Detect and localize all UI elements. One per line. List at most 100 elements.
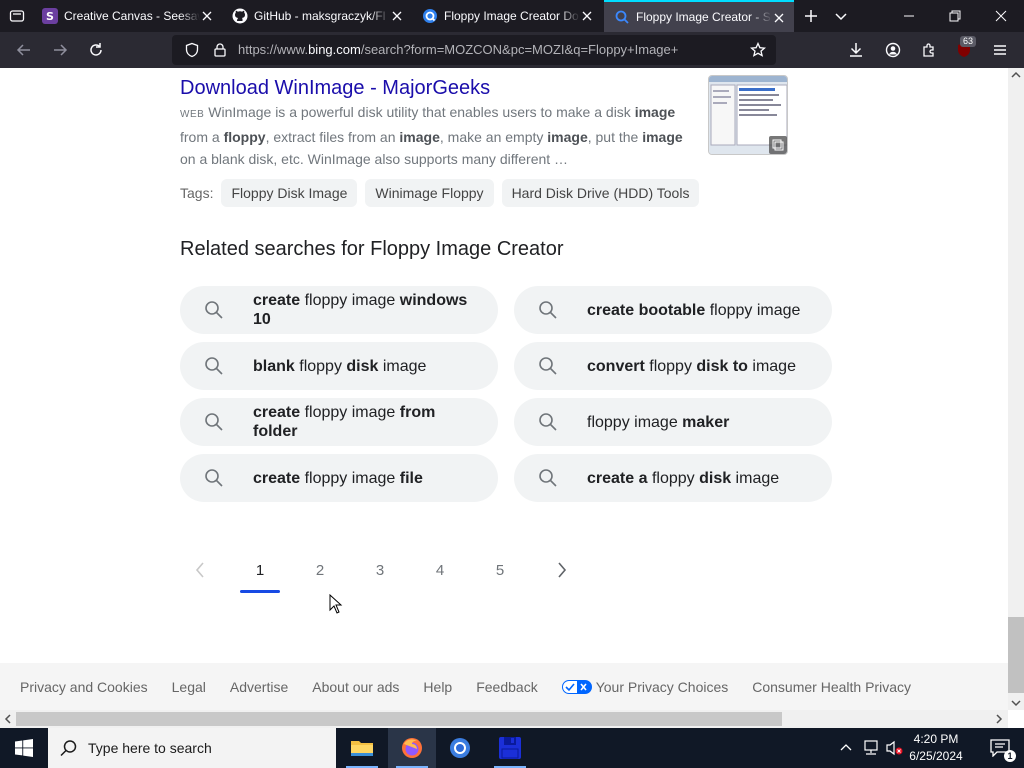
scroll-down-arrow-icon[interactable] — [1011, 698, 1021, 708]
footer-link-help[interactable]: Help — [423, 679, 452, 695]
new-tab-button[interactable] — [796, 0, 826, 32]
snippet-fragment: , extract files from an — [265, 129, 400, 145]
related-search-item[interactable]: create floppy image file — [180, 454, 498, 502]
footer-link-health-privacy[interactable]: Consumer Health Privacy — [752, 679, 911, 695]
back-button[interactable] — [10, 36, 38, 64]
close-window-button[interactable] — [978, 0, 1024, 32]
web-page: Download WinImage - MajorGeeks WEB WinIma… — [0, 68, 1008, 710]
start-button[interactable] — [0, 728, 48, 768]
related-search-item[interactable]: create floppy image windows 10 — [180, 286, 498, 334]
horizontal-scroll-thumb[interactable] — [16, 712, 782, 726]
related-search-label: blank floppy disk image — [253, 357, 426, 376]
app-screenshot-image — [709, 76, 787, 154]
tag-hdd-tools[interactable]: Hard Disk Drive (HDD) Tools — [501, 179, 700, 207]
address-bar[interactable]: https://www.bing.com/search?form=MOZCON&… — [172, 35, 776, 65]
chevron-left-icon — [195, 562, 204, 578]
scroll-right-arrow-icon[interactable] — [994, 714, 1004, 724]
network-icon[interactable] — [862, 740, 880, 756]
page-5-link[interactable]: 5 — [480, 550, 520, 590]
page-2-link[interactable]: 2 — [300, 550, 340, 590]
windows-logo-icon — [15, 739, 33, 757]
tab-github[interactable]: GitHub - maksgraczyk/Fl — [222, 0, 412, 32]
footer-link-privacy[interactable]: Privacy and Cookies — [20, 679, 148, 695]
arrow-right-icon — [54, 44, 68, 56]
account-button[interactable] — [879, 36, 907, 64]
query-fragment: floppy image — [300, 404, 400, 421]
related-search-item[interactable]: create floppy image from folder — [180, 398, 498, 446]
related-search-text: convert floppy disk to image — [587, 342, 817, 390]
taskbar-search-box[interactable]: Type here to search — [48, 728, 336, 768]
close-tab-icon[interactable] — [580, 9, 594, 23]
extensions-button[interactable] — [915, 36, 943, 64]
notifications-button[interactable]: 1 — [976, 728, 1024, 768]
related-search-item[interactable]: blank floppy disk image — [180, 342, 498, 390]
reload-icon — [90, 43, 102, 56]
vertical-scrollbar[interactable] — [1008, 68, 1024, 710]
footer-link-about-ads[interactable]: About our ads — [312, 679, 399, 695]
restore-window-button[interactable] — [932, 0, 978, 32]
snippet-fragment: on a blank disk, etc. WinImage also supp… — [180, 151, 569, 167]
page-3-link[interactable]: 3 — [360, 550, 400, 590]
footer-link-label: Your Privacy Choices — [595, 678, 729, 695]
snippet-text: WinImage is a powerful disk utility that… — [180, 104, 683, 167]
footer-link-legal[interactable]: Legal — [172, 679, 206, 695]
close-tab-icon[interactable] — [772, 11, 786, 25]
bing-search-icon — [614, 9, 630, 25]
tag-winimage-floppy[interactable]: Winimage Floppy — [365, 179, 494, 207]
plus-icon — [805, 10, 817, 22]
url-text[interactable]: https://www.bing.com/search?form=MOZCON&… — [238, 42, 678, 57]
page-4-link[interactable]: 4 — [420, 550, 460, 590]
firefox-icon — [402, 738, 422, 758]
tab-creative-canvas[interactable]: S Creative Canvas - Seesaw — [32, 0, 222, 32]
footer-link-advertise[interactable]: Advertise — [230, 679, 288, 695]
tag-floppy-disk-image[interactable]: Floppy Disk Image — [221, 179, 358, 207]
shield-icon[interactable] — [184, 42, 200, 58]
footer-link-privacy-choices[interactable]: Your Privacy Choices — [561, 678, 729, 695]
vertical-scroll-thumb[interactable] — [1008, 617, 1024, 693]
reload-button[interactable] — [82, 36, 110, 64]
query-keyword: file — [399, 469, 423, 487]
firefox-view-button[interactable] — [2, 0, 32, 32]
show-hidden-icons-chevron-icon[interactable] — [840, 742, 852, 752]
chrome-taskbar-button[interactable] — [436, 728, 484, 768]
query-keyword: create bootable — [587, 301, 706, 319]
restore-icon — [949, 10, 961, 22]
close-icon — [995, 10, 1007, 22]
tab-title: Creative Canvas - Seesaw — [64, 9, 200, 23]
list-all-tabs-button[interactable] — [826, 0, 856, 32]
bookmark-star-icon[interactable] — [750, 42, 766, 58]
forward-button[interactable] — [46, 36, 74, 64]
scroll-up-arrow-icon[interactable] — [1011, 70, 1021, 80]
menu-button[interactable] — [986, 36, 1014, 64]
result-thumbnail[interactable] — [708, 75, 788, 155]
related-search-item[interactable]: create a floppy disk image — [514, 454, 832, 502]
floppy-app-taskbar-button[interactable] — [486, 728, 534, 768]
next-page-button[interactable] — [542, 550, 582, 590]
close-tab-icon[interactable] — [390, 9, 404, 23]
tab-floppy-search[interactable]: Floppy Image Creator - Se — [604, 0, 794, 32]
footer-link-feedback[interactable]: Feedback — [476, 679, 537, 695]
snippet-keyword: image — [634, 104, 676, 120]
system-clock[interactable]: 4:20 PM 6/25/2024 — [904, 731, 968, 765]
query-keyword: disk — [346, 357, 379, 375]
related-search-item[interactable]: floppy image maker — [514, 398, 832, 446]
close-tab-icon[interactable] — [200, 9, 214, 23]
related-search-item[interactable]: convert floppy disk to image — [514, 342, 832, 390]
svg-text:S: S — [46, 10, 54, 23]
result-title-link[interactable]: Download WinImage - MajorGeeks — [180, 77, 490, 100]
volume-muted-icon[interactable] — [886, 740, 904, 756]
search-icon — [539, 469, 557, 487]
chevron-down-icon — [835, 13, 847, 21]
page-1-link[interactable]: 1 — [240, 550, 280, 593]
scroll-left-arrow-icon[interactable] — [3, 714, 13, 724]
downloads-button[interactable] — [842, 36, 870, 64]
previous-page-button[interactable] — [180, 550, 220, 590]
tab-floppy-download[interactable]: Floppy Image Creator Do — [412, 0, 602, 32]
lock-icon[interactable] — [212, 42, 228, 58]
firefox-taskbar-button[interactable] — [388, 728, 436, 768]
query-keyword: create — [253, 469, 301, 487]
minimize-window-button[interactable] — [886, 0, 932, 32]
query-fragment: image — [378, 357, 427, 375]
related-search-item[interactable]: create bootable floppy image — [514, 286, 832, 334]
file-explorer-taskbar-button[interactable] — [338, 728, 386, 768]
